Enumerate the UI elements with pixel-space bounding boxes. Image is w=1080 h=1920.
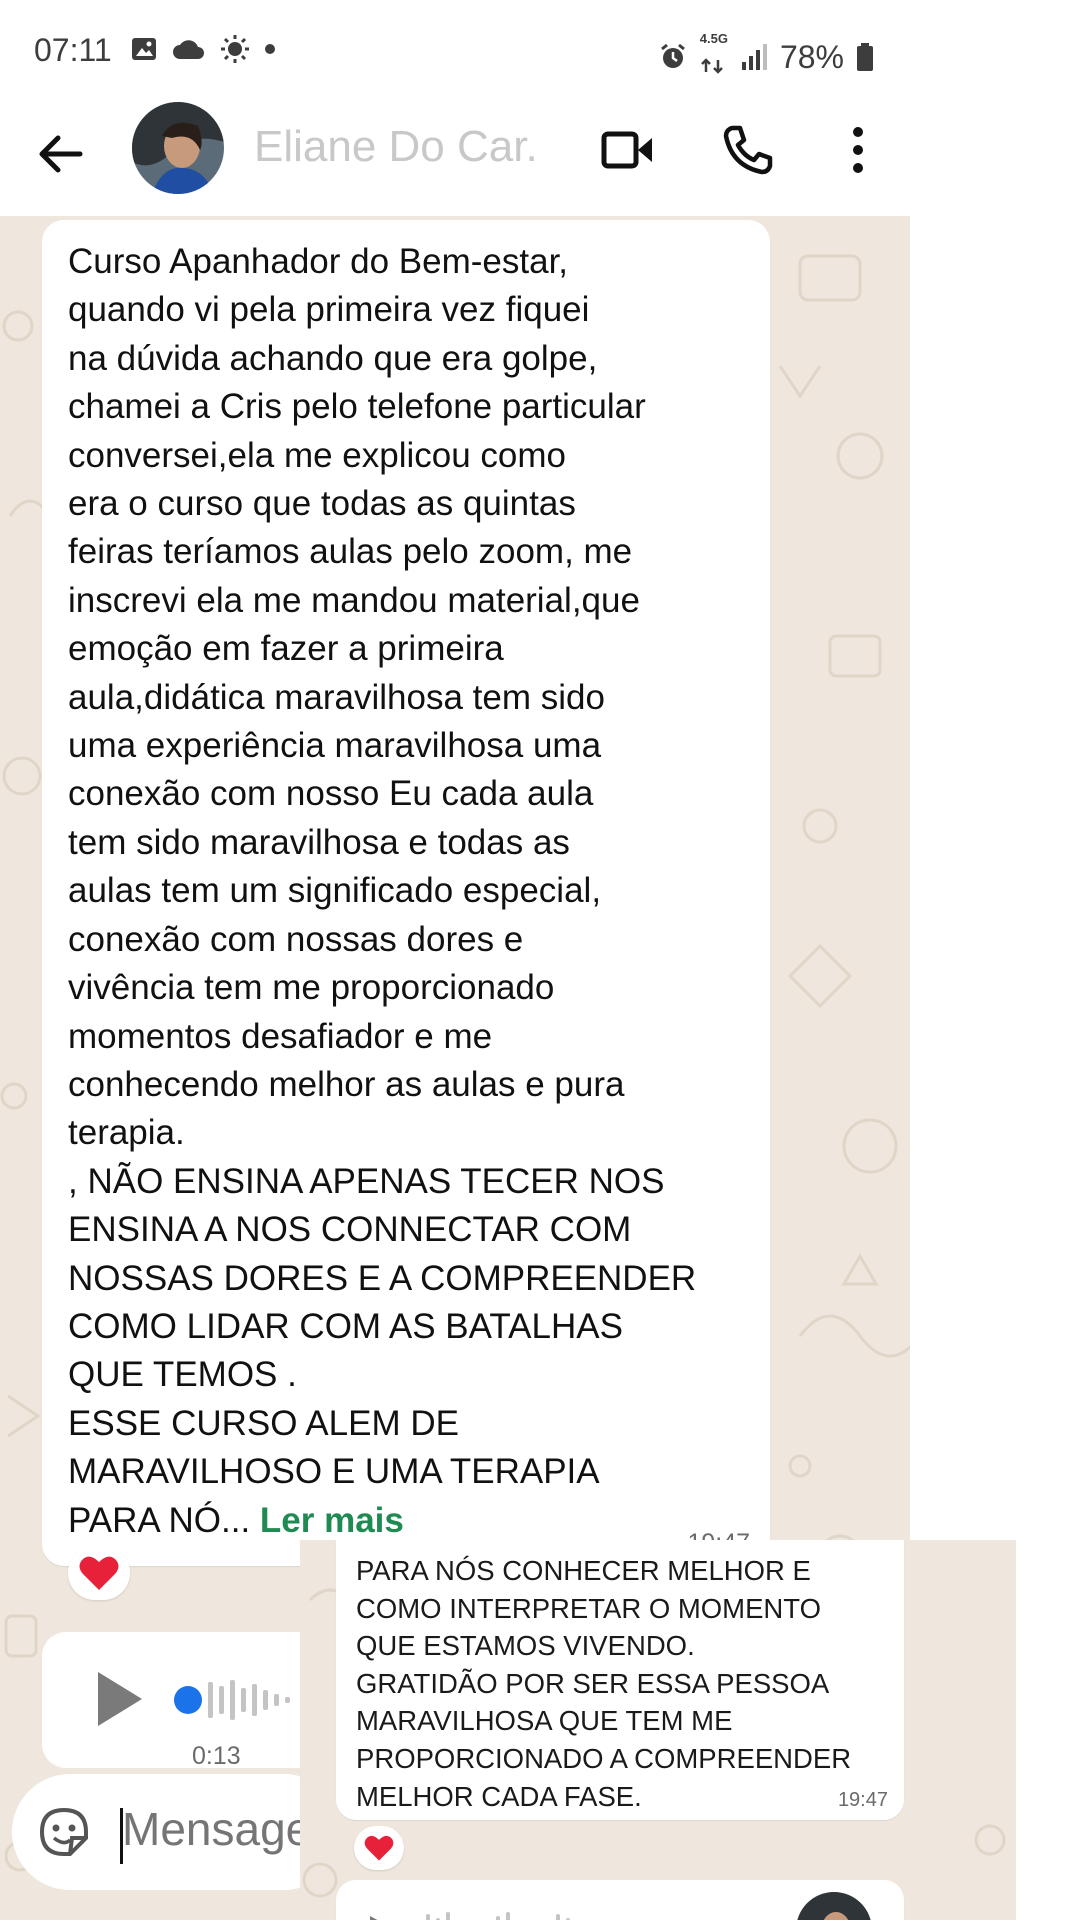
sticker-icon[interactable]: [36, 1804, 92, 1860]
reaction-badge[interactable]: [68, 1546, 130, 1600]
heart-icon: [364, 1835, 394, 1861]
more-vertical-icon[interactable]: [828, 120, 888, 180]
system-indicators: 4.5G 78%: [658, 32, 874, 82]
message-bubble-continued[interactable]: PARA NÓS CONHECER MELHOR E COMO INTERPRE…: [336, 1540, 904, 1820]
message-composer[interactable]: [12, 1774, 342, 1890]
video-call-icon[interactable]: [598, 120, 658, 180]
chat-header: Eliane Do Car...: [0, 100, 910, 216]
status-time: 07:11: [34, 32, 112, 68]
data-arrows-icon: [700, 58, 723, 74]
audio-message[interactable]: 0:13: [42, 1632, 342, 1770]
phone-icon[interactable]: [718, 120, 778, 180]
audio-message-preview[interactable]: [336, 1880, 904, 1920]
back-arrow-icon[interactable]: [34, 126, 90, 182]
message-text: Curso Apanhador do Bem-estar, quando vi …: [68, 238, 768, 1545]
battery-percent: 78%: [779, 38, 844, 75]
contact-name[interactable]: Eliane Do Car...: [254, 122, 540, 172]
message-text-continued: PARA NÓS CONHECER MELHOR E COMO INTERPRE…: [356, 1555, 852, 1812]
battery-icon: [857, 43, 873, 71]
dot-icon: [265, 44, 275, 54]
contact-avatar[interactable]: [132, 102, 224, 194]
audio-duration: 0:13: [192, 1742, 241, 1770]
heart-icon: [79, 1556, 119, 1590]
read-more-link[interactable]: Ler mais: [260, 1501, 404, 1540]
sender-avatar: [797, 1892, 871, 1920]
audio-waveform: [370, 1912, 570, 1920]
alarm-icon: [660, 43, 685, 68]
signal-icon: [741, 44, 767, 70]
status-bar: 07:11 4.5G 78%: [0, 0, 910, 100]
gallery-icon: [132, 38, 156, 60]
network-type: 4.5G: [700, 32, 728, 82]
play-icon[interactable]: [94, 1670, 144, 1728]
sun-icon: [221, 35, 249, 63]
text-cursor: [120, 1808, 123, 1864]
message-bubble[interactable]: Curso Apanhador do Bem-estar, quando vi …: [42, 220, 770, 1566]
reaction-badge[interactable]: [354, 1826, 404, 1870]
message-time: 19:47: [837, 1789, 888, 1811]
notification-icons: [130, 34, 276, 64]
avatar-image: [132, 102, 224, 194]
message-body: Curso Apanhador do Bem-estar, quando vi …: [68, 242, 697, 1540]
cloud-icon: [173, 40, 204, 59]
